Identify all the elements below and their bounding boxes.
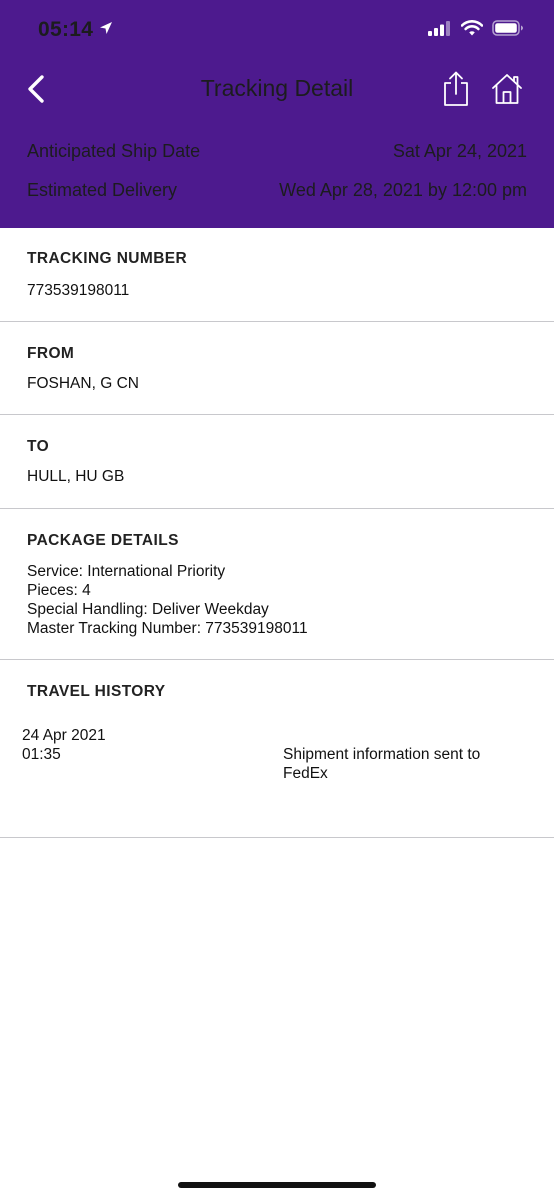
package-service: Service: International Priority (27, 563, 226, 580)
ship-date-label: Anticipated Ship Date (27, 141, 201, 161)
back-button[interactable] (20, 72, 52, 106)
status-bar: 05:14 (0, 0, 554, 60)
home-icon (492, 74, 522, 104)
shipment-summary: Anticipated Ship Date Sat Apr 24, 2021 E… (0, 118, 554, 228)
package-details-section: PACKAGE DETAILS Service: International P… (0, 509, 554, 660)
tracking-number-heading: TRACKING NUMBER (27, 250, 188, 267)
travel-history-section: TRAVEL HISTORY 24 Apr 2021 01:35 Shipmen… (0, 660, 554, 838)
back-chevron-icon (28, 75, 44, 103)
from-section: FROM FOSHAN, G CN (0, 322, 554, 415)
status-time-wrap: 05:14 (38, 17, 113, 42)
wifi-icon (460, 20, 484, 41)
history-entry-time: 01:35 (22, 746, 61, 763)
delivery-label: Estimated Delivery (27, 180, 178, 200)
navigation-bar: Tracking Detail (0, 60, 554, 118)
status-indicators (428, 20, 524, 41)
history-entry-datetime: 24 Apr 2021 01:35 (22, 726, 106, 764)
to-heading: TO (27, 438, 50, 455)
from-heading: FROM (27, 345, 75, 362)
delivery-row: Estimated Delivery Wed Apr 28, 2021 by 1… (27, 180, 527, 201)
package-special-handling: Special Handling: Deliver Weekday (27, 601, 269, 618)
travel-history-heading: TRAVEL HISTORY (27, 683, 166, 700)
package-master-tracking: Master Tracking Number: 773539198011 (27, 620, 308, 637)
to-section: TO HULL, HU GB (0, 415, 554, 509)
delivery-value: Wed Apr 28, 2021 by 12:00 pm (279, 180, 527, 200)
share-icon (444, 71, 468, 106)
tracking-number-value[interactable]: 773539198011 (27, 282, 129, 300)
package-pieces: Pieces: 4 (27, 582, 91, 599)
home-indicator[interactable] (178, 1182, 376, 1188)
tracking-number-section: TRACKING NUMBER 773539198011 (0, 228, 554, 322)
status-time: 05:14 (38, 18, 94, 41)
history-entry-date: 24 Apr 2021 (22, 727, 106, 744)
battery-icon (492, 20, 524, 41)
ship-date-row: Anticipated Ship Date Sat Apr 24, 2021 (27, 141, 527, 162)
package-details-list: Service: International Priority Pieces: … (27, 562, 308, 638)
share-button[interactable] (440, 70, 472, 108)
ship-date-value: Sat Apr 24, 2021 (392, 141, 527, 161)
from-value: FOSHAN, G CN (27, 375, 139, 392)
to-value: HULL, HU GB (27, 468, 125, 485)
location-arrow-icon (99, 17, 113, 41)
cellular-signal-icon (428, 20, 452, 41)
home-button[interactable] (490, 72, 524, 106)
history-entry-event: Shipment information sent to FedEx (283, 746, 481, 782)
package-details-heading: PACKAGE DETAILS (27, 532, 179, 549)
